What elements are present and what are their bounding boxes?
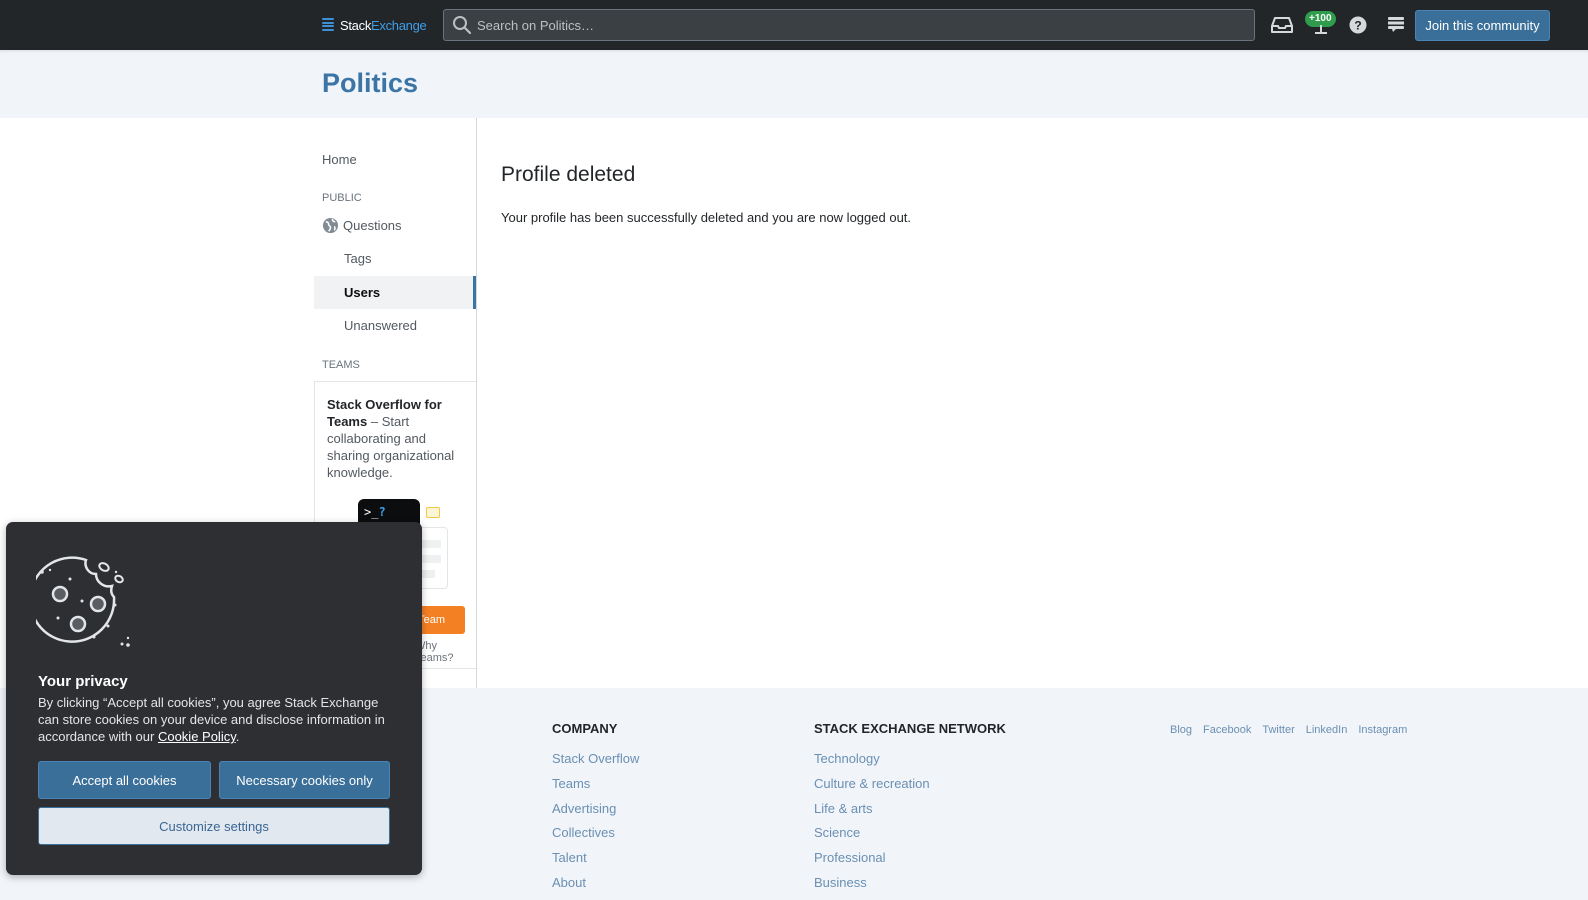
footer-link[interactable]: Life & arts <box>814 800 1006 825</box>
achievements-icon[interactable] <box>1309 24 1333 36</box>
cookie-text-end: . <box>235 729 240 744</box>
social-link-facebook[interactable]: Facebook <box>1203 724 1251 736</box>
site-header: Politics <box>0 50 1588 118</box>
accept-all-cookies-button[interactable]: Accept all cookies <box>38 761 211 799</box>
stack-exchange-logo[interactable]: Stack Exchange <box>322 15 427 35</box>
cookie-description: By clicking “Accept all cookies”, you ag… <box>38 694 398 745</box>
sidebar-item-questions[interactable]: Questions <box>314 209 476 242</box>
cookie-policy-link[interactable]: Cookie Policy <box>158 729 236 744</box>
terminal-prompt: >_ <box>364 505 379 519</box>
footer-link[interactable]: Stack Overflow <box>552 750 639 775</box>
teams-promo-text: Stack Overflow for Teams – Start collabo… <box>327 396 467 481</box>
logo-word-stack: Stack <box>340 17 372 33</box>
search-input[interactable] <box>477 17 1237 33</box>
inbox-icon[interactable] <box>1270 13 1294 37</box>
footer-link[interactable]: Science <box>814 824 1006 849</box>
site-title-link[interactable]: Politics <box>322 68 418 99</box>
top-bar: Stack Exchange +100 ? Join this communit… <box>0 0 1588 50</box>
stack-exchange-logo-icon <box>322 18 334 32</box>
search-box[interactable] <box>443 9 1255 41</box>
footer-link[interactable]: Technology <box>814 750 1006 775</box>
footer-link[interactable]: Advertising <box>552 800 639 825</box>
deleted-message: Your profile has been successfully delet… <box>501 210 912 225</box>
customize-settings-button[interactable]: Customize settings <box>38 807 390 845</box>
footer-link[interactable]: Collectives <box>552 824 639 849</box>
cookie-consent-dialog: Your privacy By clicking “Accept all coo… <box>6 522 422 875</box>
chat-bubble-icon <box>426 507 440 518</box>
footer-company-heading: COMPANY <box>552 721 618 736</box>
footer-network-heading: STACK EXCHANGE NETWORK <box>814 721 1006 736</box>
footer-network-column: STACK EXCHANGE NETWORK Technology Cultur… <box>814 721 1006 899</box>
necessary-cookies-button[interactable]: Necessary cookies only <box>219 761 390 799</box>
svg-text:?: ? <box>1354 19 1361 33</box>
sidebar-item-unanswered[interactable]: Unanswered <box>314 309 476 342</box>
social-link-instagram[interactable]: Instagram <box>1358 724 1407 736</box>
sidebar-item-tags[interactable]: Tags <box>314 242 476 275</box>
why-teams-link[interactable]: Why Teams? <box>415 640 476 664</box>
footer-link[interactable]: Business <box>814 874 1006 899</box>
site-switcher-icon[interactable] <box>1384 13 1408 37</box>
footer-link[interactable]: Teams <box>552 775 639 800</box>
cookie-icon <box>28 552 136 652</box>
globe-icon <box>322 217 339 234</box>
footer-link[interactable]: Culture & recreation <box>814 775 1006 800</box>
footer-company-column: COMPANY Stack Overflow Teams Advertising… <box>552 721 639 899</box>
sidebar-item-users[interactable]: Users <box>314 276 476 309</box>
social-link-twitter[interactable]: Twitter <box>1262 724 1294 736</box>
footer-link[interactable]: Professional <box>814 849 1006 874</box>
footer-link[interactable]: Talent <box>552 849 639 874</box>
sidebar-section-teams: TEAMS <box>322 359 360 371</box>
page-title: Profile deleted <box>501 163 636 186</box>
join-community-button[interactable]: Join this community <box>1415 10 1550 41</box>
terminal-question: ? <box>378 505 386 519</box>
sidebar-item-label: Questions <box>343 218 402 233</box>
social-link-linkedin[interactable]: LinkedIn <box>1306 724 1348 736</box>
help-icon[interactable]: ? <box>1346 13 1370 37</box>
footer-link[interactable]: About <box>552 874 639 899</box>
social-link-blog[interactable]: Blog <box>1170 724 1192 736</box>
sidebar-section-public: PUBLIC <box>322 192 362 204</box>
footer-social-links: Blog Facebook Twitter LinkedIn Instagram <box>1170 724 1407 736</box>
logo-word-exchange: Exchange <box>371 17 427 33</box>
search-icon <box>452 15 472 35</box>
sidebar-item-home[interactable]: Home <box>314 143 476 176</box>
cookie-title: Your privacy <box>38 673 128 690</box>
